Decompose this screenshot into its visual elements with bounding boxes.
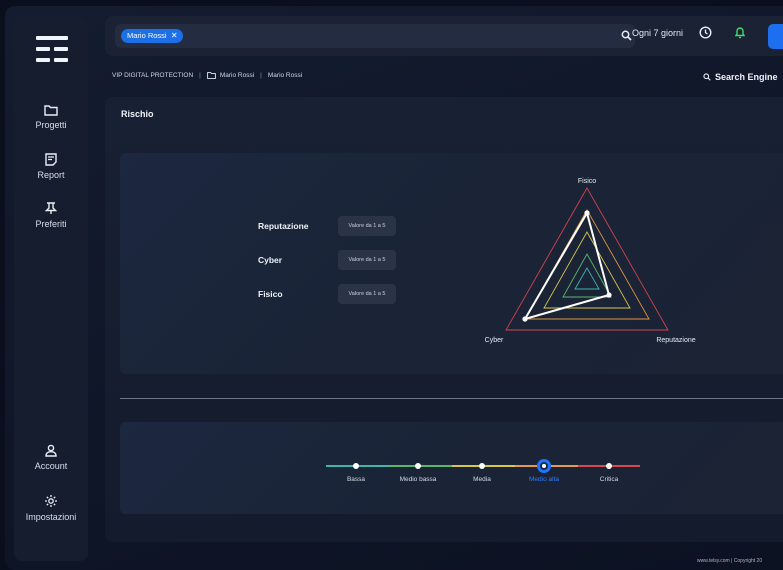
radar-value-shape <box>522 210 611 321</box>
cyber-value-input[interactable]: Valore da 1 a 5 <box>338 250 396 270</box>
breadcrumb-folder[interactable]: Mario Rossi <box>220 72 254 79</box>
report-icon <box>45 153 57 166</box>
filter-chip-label: Mario Rossi <box>127 31 167 40</box>
sidebar-item-progetti[interactable]: Progetti <box>14 104 88 130</box>
radar-axis-fisico: Fisico <box>578 178 596 185</box>
scale-label-critica: Critica <box>599 476 619 483</box>
section-divider <box>120 398 783 399</box>
sidebar-item-label: Impostazioni <box>25 512 77 522</box>
radar-axis-reputazione: Reputazione <box>656 337 695 344</box>
breadcrumb-current: Mario Rossi <box>267 72 303 79</box>
footer-text: www.telsy.com | Copyright 20 <box>697 558 763 564</box>
breadcrumb-separator: | <box>199 72 201 79</box>
radar-ring-minimal <box>574 267 600 290</box>
chip-remove-icon[interactable]: ✕ <box>171 29 178 43</box>
menu-logo-icon[interactable] <box>36 36 68 62</box>
page-title: Rischio <box>121 109 154 119</box>
reputazione-value-input[interactable]: Valore da 1 a 5 <box>338 216 396 236</box>
period-selector[interactable]: Ogni 7 giorni <box>632 28 683 38</box>
sidebar-item-preferiti[interactable]: Preferiti <box>14 202 88 229</box>
sidebar-item-impostazioni[interactable]: Impostazioni <box>14 494 88 522</box>
sidebar-item-account[interactable]: Account <box>14 444 88 471</box>
scale-label-medio-bassa: Medio bassa <box>399 476 437 483</box>
search-engine-label: Search Engine <box>715 72 778 82</box>
bell-icon[interactable] <box>734 26 746 39</box>
top-bar: Mario Rossi ✕ Ogni 7 giorni <box>105 16 783 56</box>
radar-point-cyber <box>522 316 528 322</box>
sidebar-item-label: Report <box>37 170 65 180</box>
filter-chip[interactable]: Mario Rossi ✕ <box>121 29 183 43</box>
pin-icon <box>45 202 57 214</box>
search-input[interactable]: Mario Rossi ✕ <box>115 24 635 48</box>
scale-dot-medio-alta[interactable] <box>537 459 551 473</box>
row-label-fisico: Fisico <box>258 289 283 299</box>
sidebar-item-label: Preferiti <box>35 219 67 229</box>
row-label-cyber: Cyber <box>258 255 283 265</box>
folder-icon <box>207 72 216 79</box>
gear-icon <box>45 495 57 507</box>
fisico-value-input[interactable]: Valore da 1 a 5 <box>338 284 396 304</box>
risk-radar-chart: Fisico Cyber Reputazione <box>485 178 696 344</box>
scale-label-bassa: Bassa <box>346 476 366 483</box>
scale-dot-critica[interactable] <box>606 463 612 469</box>
user-icon <box>45 444 57 457</box>
search-icon[interactable] <box>621 30 632 41</box>
scale-label-media: Media <box>473 476 491 483</box>
folder-icon <box>44 105 58 116</box>
sidebar-item-label: Progetti <box>35 120 67 130</box>
breadcrumb-root[interactable]: VIP DIGITAL PROTECTION <box>112 72 193 79</box>
scale-dot-medio-bassa[interactable] <box>415 463 421 469</box>
scale-dot-bassa[interactable] <box>353 463 359 469</box>
breadcrumb: VIP DIGITAL PROTECTION | Mario Rossi | M… <box>112 72 302 79</box>
search-icon <box>703 73 711 81</box>
radar-axis-cyber: Cyber <box>485 337 504 344</box>
scale-dot-media[interactable] <box>479 463 485 469</box>
scale-label-medio-alta: Medio alta <box>529 476 559 483</box>
radar-point-fisico <box>584 210 590 216</box>
sidebar-item-report[interactable]: Report <box>14 153 88 180</box>
breadcrumb-separator: | <box>260 72 262 79</box>
sidebar-item-label: Account <box>34 461 68 471</box>
primary-action-button[interactable] <box>768 24 783 49</box>
radar-point-reputazione <box>606 292 612 298</box>
risk-level-scale: Bassa Medio bassa Media Medio alta Criti… <box>326 459 640 489</box>
row-label-reputazione: Reputazione <box>258 221 309 231</box>
sidebar: Progetti Report Preferiti Account Impost… <box>14 16 88 561</box>
search-engine-link[interactable]: Search Engine <box>703 72 778 82</box>
clock-icon[interactable] <box>699 26 712 39</box>
